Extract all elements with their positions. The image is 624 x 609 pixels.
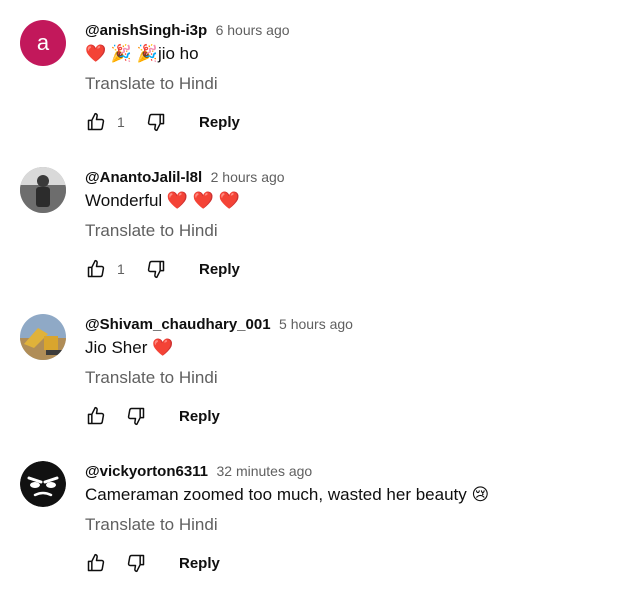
comment-time[interactable]: 5 hours ago (279, 316, 353, 332)
reply-button[interactable]: Reply (199, 114, 240, 131)
avatar[interactable] (20, 314, 66, 360)
thumbs-down-icon[interactable] (125, 552, 147, 574)
comment: @AnantoJalil-l8l 2 hours ago Wonderful ❤… (0, 167, 624, 315)
like-count: 1 (117, 261, 125, 277)
comment-text: ❤️ 🎉 🎉jio ho (85, 44, 199, 63)
comment-header: @AnantoJalil-l8l 2 hours ago (85, 169, 285, 187)
comment-author[interactable]: @Shivam_chaudhary_001 (85, 316, 271, 333)
thumbs-up-icon[interactable] (85, 111, 107, 133)
translate-link[interactable]: Translate to Hindi (85, 221, 218, 241)
translate-link[interactable]: Translate to Hindi (85, 368, 218, 388)
thumbs-down-icon[interactable] (145, 111, 167, 133)
comment-author[interactable]: @vickyorton6311 (85, 463, 208, 480)
thumbs-up-icon[interactable] (85, 552, 107, 574)
comment-actions: Reply (85, 404, 220, 428)
avatar-letter: a (36, 30, 50, 55)
like-count: 1 (117, 114, 125, 130)
reply-button[interactable]: Reply (179, 555, 220, 572)
translate-link[interactable]: Translate to Hindi (85, 515, 218, 535)
comment-text: Wonderful ❤️ ❤️ ❤️ (85, 191, 240, 210)
comment-actions: 1 Reply (85, 257, 240, 281)
comment-text: Cameraman zoomed too much, wasted her be… (85, 485, 490, 504)
comment-time[interactable]: 6 hours ago (216, 22, 290, 38)
comment-header: @Shivam_chaudhary_001 5 hours ago (85, 316, 353, 334)
thumbs-up-icon[interactable] (85, 405, 107, 427)
reply-button[interactable]: Reply (199, 261, 240, 278)
comment-header: @vickyorton6311 32 minutes ago (85, 463, 312, 481)
comment-actions: Reply (85, 551, 220, 575)
translate-link[interactable]: Translate to Hindi (85, 74, 218, 94)
avatar[interactable] (20, 461, 66, 507)
avatar[interactable]: a (20, 20, 66, 66)
thumbs-down-icon[interactable] (145, 258, 167, 280)
comment-time[interactable]: 32 minutes ago (216, 463, 312, 479)
reply-button[interactable]: Reply (179, 408, 220, 425)
comment-text: Jio Sher ❤️ (85, 338, 174, 357)
thumbs-up-icon[interactable] (85, 258, 107, 280)
comment: a @anishSingh-i3p 6 hours ago ❤️ 🎉 🎉jio … (0, 20, 624, 168)
thumbs-down-icon[interactable] (125, 405, 147, 427)
comment-author[interactable]: @anishSingh-i3p (85, 22, 207, 39)
comment-time[interactable]: 2 hours ago (211, 169, 285, 185)
comment-author[interactable]: @AnantoJalil-l8l (85, 169, 202, 186)
comment: @vickyorton6311 32 minutes ago Cameraman… (0, 461, 624, 609)
comment-actions: 1 Reply (85, 110, 240, 134)
comment-header: @anishSingh-i3p 6 hours ago (85, 22, 290, 40)
comment: @Shivam_chaudhary_001 5 hours ago Jio Sh… (0, 314, 624, 462)
avatar[interactable] (20, 167, 66, 213)
